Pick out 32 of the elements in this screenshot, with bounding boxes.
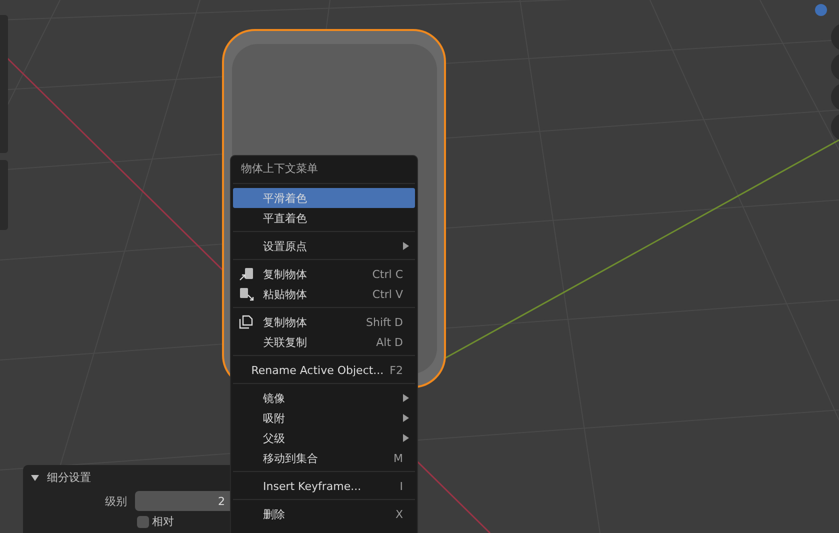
menu-item[interactable]: 镜像 xyxy=(233,388,415,408)
menu-item[interactable]: 父级 xyxy=(233,428,415,448)
menu-item[interactable]: 设置原点 xyxy=(233,236,415,256)
menu-item[interactable]: Insert Keyframe... I xyxy=(233,476,415,496)
viewport-nav-button[interactable] xyxy=(831,113,839,141)
menu-item[interactable]: 吸附 xyxy=(233,408,415,428)
menu-item[interactable]: 关联复制 Alt D xyxy=(233,332,415,352)
viewport-nav-button[interactable] xyxy=(831,23,839,51)
menu-item[interactable]: 复制物体 Shift D xyxy=(233,312,415,332)
panel-title: 细分设置 xyxy=(47,470,91,485)
menu-title: 物体上下文菜单 xyxy=(240,161,319,177)
clipboard-arrow-icon xyxy=(239,287,255,301)
menu-item[interactable]: 平直着色 xyxy=(233,208,415,228)
menu-item[interactable]: 移动到集合 M xyxy=(233,448,415,468)
clipboard-arrow-icon xyxy=(239,267,255,281)
duplicate-icon xyxy=(239,315,253,329)
checkbox-label: 相对 xyxy=(152,514,174,529)
toolbar-panel xyxy=(0,160,8,230)
menu-item[interactable]: Rename Active Object... F2 xyxy=(233,360,415,380)
submenu-arrow-icon xyxy=(403,394,409,402)
submenu-arrow-icon xyxy=(403,414,409,422)
menu-item[interactable]: 复制物体 Ctrl C xyxy=(233,264,415,284)
viewport-nav-button[interactable] xyxy=(831,83,839,111)
submenu-arrow-icon xyxy=(403,242,409,250)
checkbox[interactable] xyxy=(137,516,149,528)
submenu-arrow-icon xyxy=(403,434,409,442)
field-label: 级别 xyxy=(105,494,127,508)
menu-item[interactable]: 平滑着色 xyxy=(233,188,415,208)
collapse-triangle-icon[interactable] xyxy=(31,474,39,482)
menu-item[interactable]: 删除 X xyxy=(233,504,415,524)
gizmo-axis-dot[interactable] xyxy=(815,4,827,16)
menu-item[interactable]: 粘贴物体 Ctrl V xyxy=(233,284,415,304)
